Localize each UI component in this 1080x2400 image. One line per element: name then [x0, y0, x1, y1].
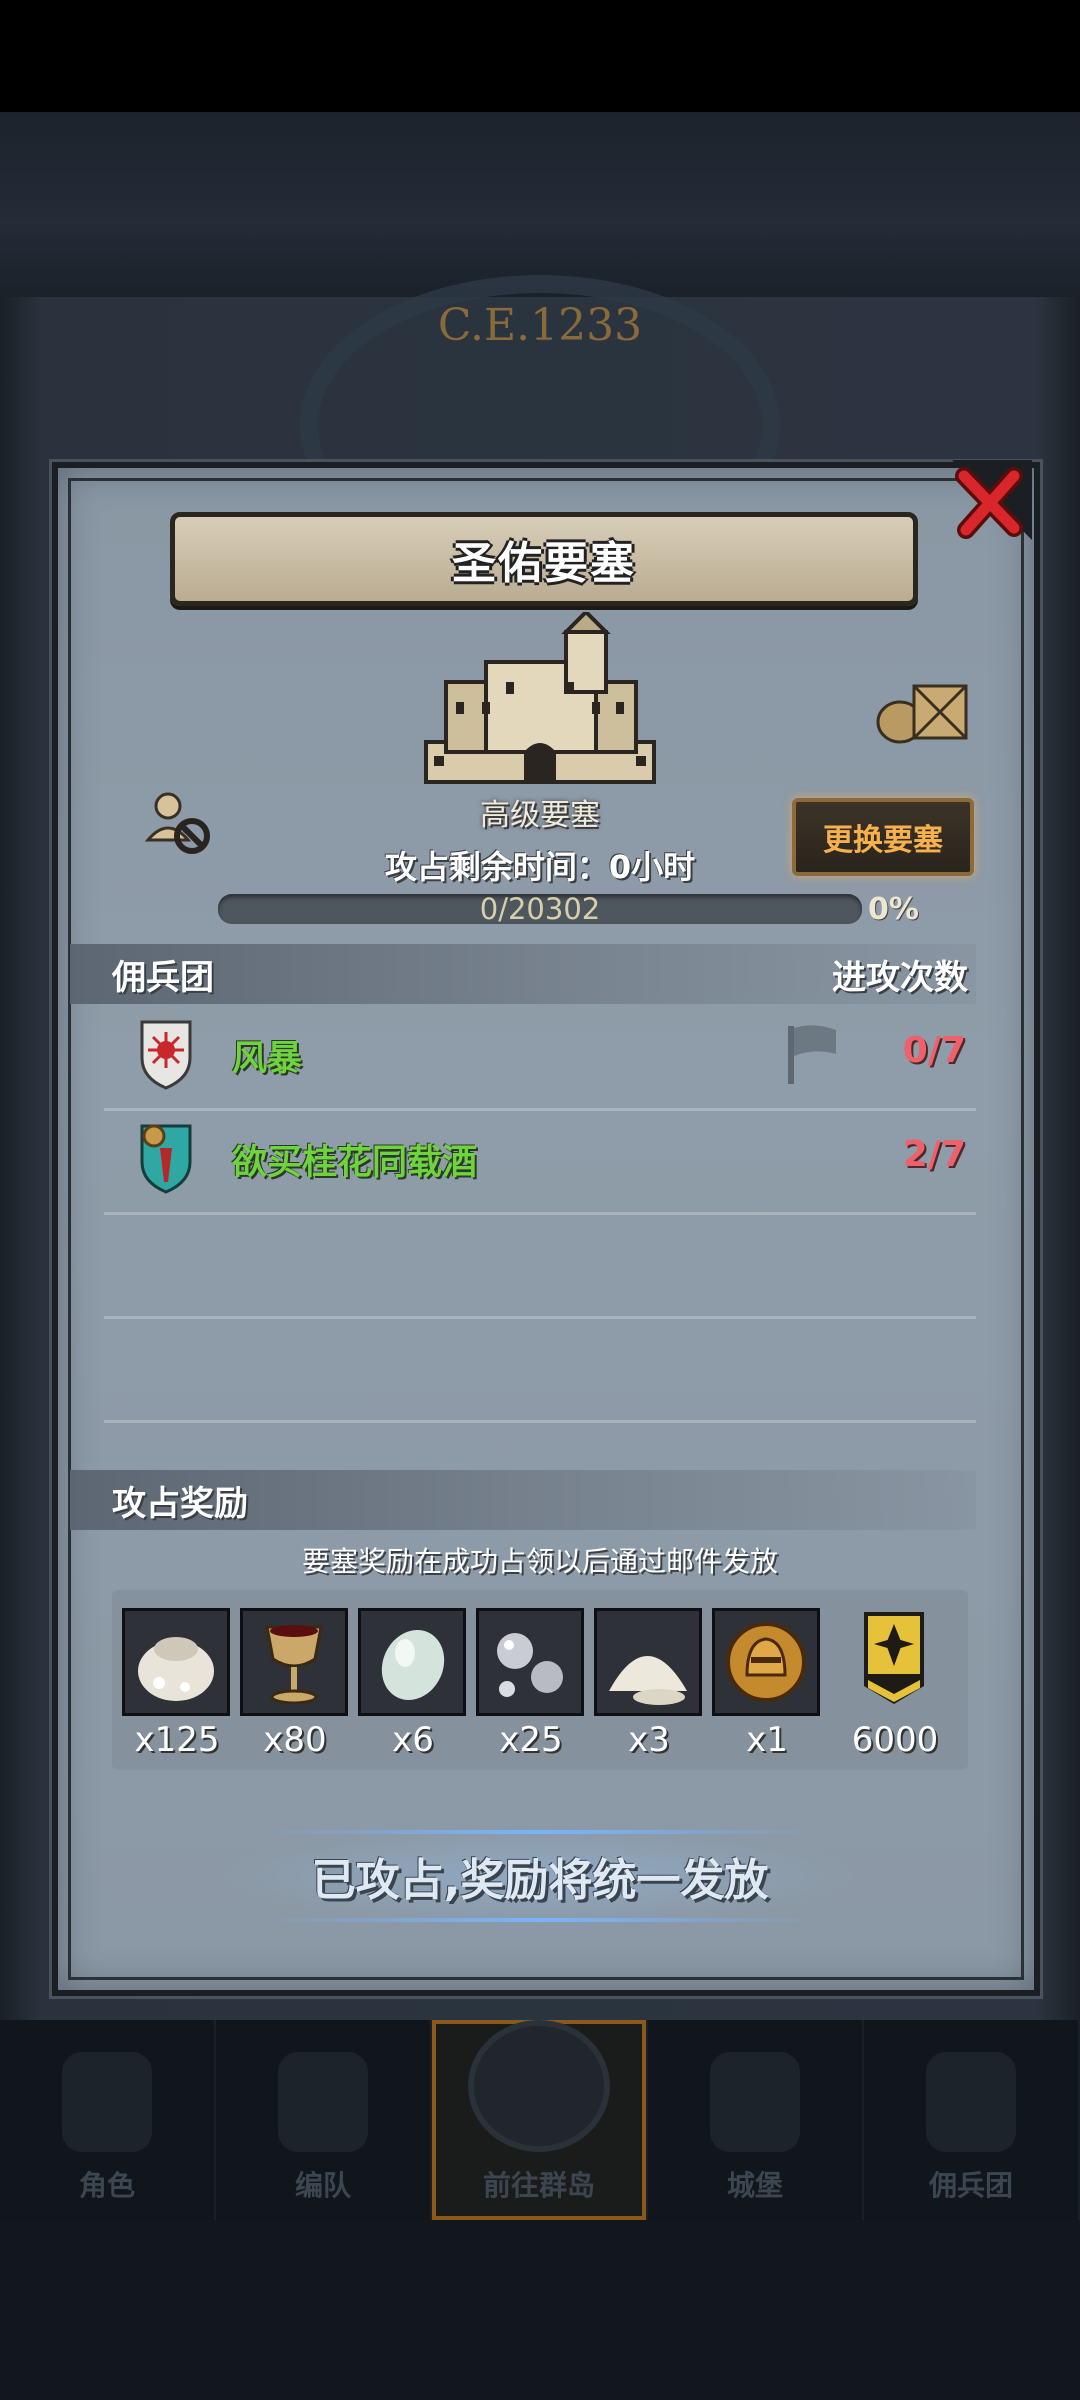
- close-icon[interactable]: [944, 458, 1034, 548]
- captured-status-text: 已攻占,奖励将统一发放: [311, 1855, 769, 1906]
- knight-icon: [62, 2052, 152, 2152]
- capture-progress-percent: 0%: [868, 892, 919, 927]
- button-bottom-line: [258, 1918, 822, 1922]
- reward-quantity: x125: [134, 1720, 220, 1760]
- captured-status-button[interactable]: 已攻占,奖励将统一发放: [218, 1826, 862, 1926]
- dialog-title: 圣佑要塞: [452, 538, 636, 589]
- banner-icon: [926, 2052, 1016, 2152]
- reward-item[interactable]: x1: [712, 1608, 822, 1760]
- attack-count-header: 进攻次数: [832, 958, 968, 998]
- era-label: C.E.1233: [437, 300, 643, 351]
- nav-mercenary-label: 佣兵团: [928, 2169, 1013, 2202]
- compass-icon: [468, 2020, 610, 2152]
- reward-item[interactable]: x6: [358, 1608, 468, 1760]
- silver-pearls-icon: [497, 1633, 563, 1697]
- nav-castle-label: 城堡: [726, 2169, 783, 2202]
- button-top-line: [258, 1830, 822, 1834]
- remaining-time: 攻占剩余时间：0小时: [384, 848, 696, 886]
- fortress-icon: [424, 612, 656, 784]
- attack-count: 2/7: [902, 1134, 966, 1175]
- red-sun-shield-icon: [140, 1020, 192, 1090]
- bottom-navigation: 角色 编队 前往群岛 城堡 佣兵团: [0, 2020, 1080, 2220]
- reward-header: 攻占奖励: [112, 1484, 248, 1524]
- reward-quantity: x80: [263, 1720, 327, 1760]
- golden-helmet-coin-icon: [726, 1622, 806, 1702]
- nav-character-label: 角色: [78, 2169, 135, 2202]
- reward-item[interactable]: x3: [594, 1608, 704, 1760]
- attack-count: 0/7: [902, 1030, 966, 1071]
- status-bar: [0, 0, 1080, 112]
- title-banner: 圣佑要塞: [170, 512, 918, 606]
- reward-quantity: 6000: [851, 1720, 939, 1760]
- teal-medal-shield-icon: [140, 1124, 192, 1194]
- nav-castle[interactable]: 城堡: [648, 2020, 864, 2220]
- mercenary-row[interactable]: 欲买桂花同载酒 2/7: [104, 1108, 976, 1215]
- reward-quantity: x25: [499, 1720, 563, 1760]
- castle-icon: [710, 2052, 800, 2152]
- rank-insignia-icon: [864, 1612, 924, 1704]
- nav-archipelago-label: 前往群岛: [482, 2169, 595, 2202]
- moonstone-icon: [381, 1629, 445, 1701]
- nav-formation[interactable]: 编队: [216, 2020, 432, 2220]
- background-footer: [0, 2220, 1080, 2400]
- nav-mercenary[interactable]: 佣兵团: [864, 2020, 1080, 2220]
- mercenary-row[interactable]: 风暴 0/7: [104, 1004, 976, 1111]
- reward-item[interactable]: 6000: [840, 1608, 950, 1760]
- reward-item[interactable]: x125: [122, 1608, 232, 1760]
- mercenary-header: 佣兵团: [112, 958, 214, 998]
- reward-item[interactable]: x25: [476, 1608, 586, 1760]
- reward-item[interactable]: x80: [240, 1608, 350, 1760]
- flour-sack-icon: [138, 1637, 214, 1701]
- background-header: [0, 112, 1080, 297]
- reward-note: 要塞奖励在成功占领以后通过邮件发放: [301, 1545, 778, 1578]
- capture-progress-text: 0/20302: [479, 892, 601, 926]
- mercenary-name: 欲买桂花同载酒: [232, 1143, 478, 1183]
- supply-crate-icon[interactable]: [874, 676, 970, 744]
- reward-quantity: x1: [746, 1720, 788, 1760]
- mercenary-name: 风暴: [232, 1039, 303, 1079]
- nav-formation-label: 编队: [294, 2169, 351, 2202]
- goblet-icon: [265, 1625, 323, 1705]
- reward-quantity: x6: [392, 1720, 434, 1760]
- helmet-icon: [278, 2052, 368, 2152]
- empty-row-divider: [104, 1420, 976, 1423]
- nav-character[interactable]: 角色: [0, 2020, 216, 2220]
- salt-pile-icon: [609, 1656, 687, 1705]
- reward-quantity: x3: [628, 1720, 670, 1760]
- nav-archipelago[interactable]: 前往群岛: [432, 2020, 648, 2220]
- empty-row-divider: [104, 1316, 976, 1319]
- flag-icon: [788, 1025, 836, 1084]
